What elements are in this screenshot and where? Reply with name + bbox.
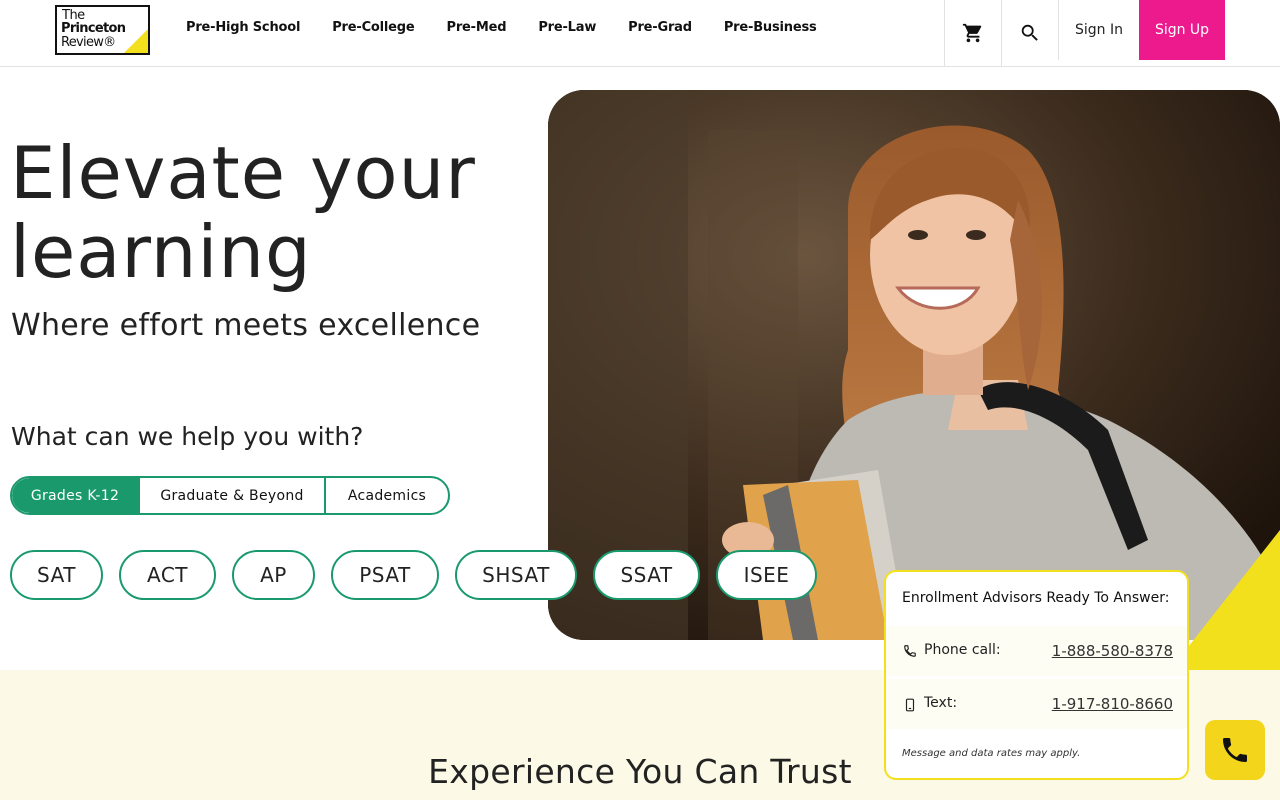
nav-pre-med[interactable]: Pre-Med — [447, 20, 507, 35]
search-icon — [1021, 24, 1038, 41]
logo-line-2: Princeton — [61, 21, 126, 36]
rates-note: Message and data rates may apply. — [902, 748, 1081, 759]
tab-graduate-beyond[interactable]: Graduate & Beyond — [140, 478, 326, 513]
test-pill-ssat[interactable]: SSAT — [593, 550, 700, 600]
sign-up-button[interactable]: Sign Up — [1139, 0, 1225, 60]
advisor-heading: Enrollment Advisors Ready To Answer: — [902, 590, 1170, 606]
phone-call-label: Phone call: — [924, 642, 1001, 658]
call-button[interactable] — [1205, 720, 1265, 780]
site-header: The Princeton Review® Pre-High School Pr… — [0, 0, 1280, 67]
test-pill-shsat[interactable]: SHSAT — [455, 550, 577, 600]
advisor-phone-row: Phone call: 1-888-580-8378 — [886, 626, 1187, 676]
nav-pre-grad[interactable]: Pre-Grad — [628, 20, 692, 35]
main-nav: Pre-High School Pre-College Pre-Med Pre-… — [186, 20, 849, 35]
sign-in-button[interactable]: Sign In — [1058, 0, 1139, 60]
cart-button[interactable] — [944, 0, 1001, 66]
phone-number-link[interactable]: 1-888-580-8378 — [1052, 642, 1173, 660]
tab-academics[interactable]: Academics — [326, 478, 448, 513]
nav-pre-business[interactable]: Pre-Business — [724, 20, 817, 35]
audience-tabs: Grades K-12 Graduate & Beyond Academics — [10, 476, 450, 515]
test-pill-ap[interactable]: AP — [232, 550, 315, 600]
phone-icon — [1223, 738, 1247, 762]
tab-grades-k12[interactable]: Grades K-12 — [12, 478, 140, 513]
logo-yellow-triangle — [123, 28, 148, 53]
help-question: What can we help you with? — [11, 422, 364, 451]
test-pill-isee[interactable]: ISEE — [716, 550, 817, 600]
mobile-phone-icon — [905, 698, 915, 712]
cart-icon — [962, 23, 982, 43]
test-pill-sat[interactable]: SAT — [10, 550, 103, 600]
test-pill-psat[interactable]: PSAT — [331, 550, 439, 600]
nav-pre-college[interactable]: Pre-College — [332, 20, 414, 35]
test-pill-act[interactable]: ACT — [119, 550, 216, 600]
nav-pre-law[interactable]: Pre-Law — [538, 20, 596, 35]
logo-line-3: Review® — [61, 35, 116, 50]
text-number-link[interactable]: 1-917-810-8660 — [1052, 695, 1173, 713]
hero-title: Elevate your learning — [10, 131, 476, 294]
phone-icon — [904, 645, 916, 657]
advisor-text-row: Text: 1-917-810-8660 — [886, 679, 1187, 729]
princeton-review-logo[interactable]: The Princeton Review® — [55, 5, 150, 55]
nav-pre-high-school[interactable]: Pre-High School — [186, 20, 300, 35]
text-label: Text: — [924, 695, 958, 711]
hero-subtitle: Where effort meets excellence — [11, 308, 481, 343]
enrollment-advisor-card: Enrollment Advisors Ready To Answer: Pho… — [884, 570, 1189, 780]
search-button[interactable] — [1001, 0, 1058, 66]
